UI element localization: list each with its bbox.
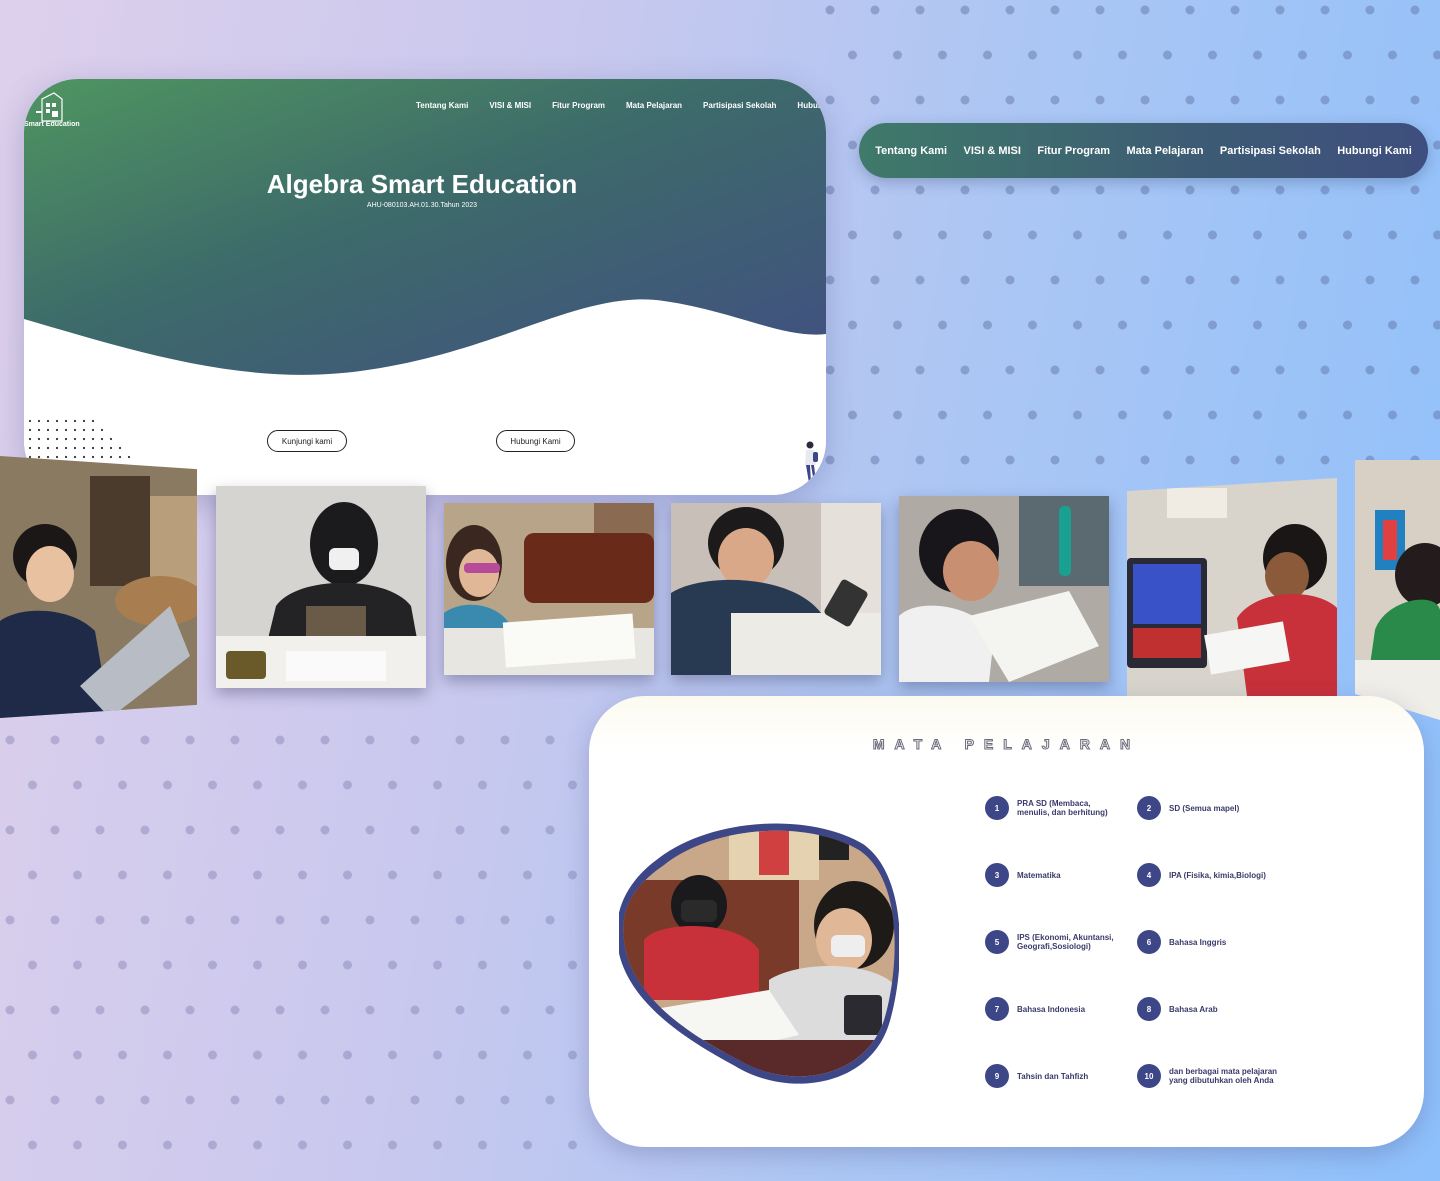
- subject-label: SD (Semua mapel): [1169, 803, 1240, 813]
- person-illustration-icon: [805, 441, 818, 483]
- subject-item-8: 8 Bahasa Arab: [1137, 997, 1279, 1021]
- hero-nav-visi-misi[interactable]: VISI & MISI: [489, 101, 531, 110]
- hero-nav-partisipasi-sekolah[interactable]: Partisipasi Sekolah: [703, 101, 776, 110]
- subject-number-badge: 7: [985, 997, 1009, 1021]
- nav-hubungi-kami[interactable]: Hubungi Kami: [1337, 145, 1412, 157]
- subject-number-badge: 6: [1137, 930, 1161, 954]
- student-photo-7: [1355, 460, 1440, 720]
- subject-label: IPS (Ekonomi, Akuntansi, Geografi,Sosiol…: [1017, 933, 1114, 951]
- subject-item-10: 10 dan berbagai mata pelajaran yang dibu…: [1137, 1064, 1279, 1088]
- floating-navigation-bar: Tentang Kami VISI & MISI Fitur Program M…: [859, 123, 1428, 178]
- visit-button[interactable]: Kunjungi kami: [267, 430, 347, 452]
- hero-nav-mata-pelajaran[interactable]: Mata Pelajaran: [626, 101, 682, 110]
- subjects-title: MATA PELAJARAN: [872, 736, 1141, 753]
- nav-visi-misi[interactable]: VISI & MISI: [964, 145, 1021, 157]
- subject-number-badge: 3: [985, 863, 1009, 887]
- subject-number-badge: 4: [1137, 863, 1161, 887]
- subject-item-3: 3 Matematika: [985, 863, 1117, 887]
- student-photo-1: [0, 456, 197, 718]
- subject-number-badge: 2: [1137, 796, 1161, 820]
- student-photo-3: [444, 503, 654, 675]
- subject-label: Bahasa Arab: [1169, 1004, 1218, 1014]
- subject-label: Bahasa Inggris: [1169, 937, 1227, 947]
- nav-mata-pelajaran[interactable]: Mata Pelajaran: [1126, 145, 1203, 157]
- subjects-card: MATA PELAJARAN 1 PRA SD (Membaca, menuli…: [589, 696, 1424, 1147]
- subject-label: Tahsin dan Tahfizh: [1017, 1071, 1089, 1081]
- hero-title: Algebra Smart Education: [266, 169, 578, 199]
- subject-item-7: 7 Bahasa Indonesia: [985, 997, 1117, 1021]
- subject-number-badge: 5: [985, 930, 1009, 954]
- student-photo-5: [899, 496, 1109, 682]
- subject-item-4: 4 IPA (Fisika, kimia,Biologi): [1137, 863, 1289, 887]
- subject-item-2: 2 SD (Semua mapel): [1137, 796, 1279, 820]
- hero-nav: Tentang Kami VISI & MISI Fitur Program M…: [416, 101, 826, 110]
- student-photo-4: [671, 503, 881, 675]
- subject-label: IPA (Fisika, kimia,Biologi): [1169, 870, 1266, 880]
- subject-item-1: 1 PRA SD (Membaca, menulis, dan berhitun…: [985, 796, 1117, 820]
- hero-nav-hubungi[interactable]: Hubungi: [797, 101, 826, 110]
- subject-number-badge: 9: [985, 1064, 1009, 1088]
- nav-fitur-program[interactable]: Fitur Program: [1037, 145, 1110, 157]
- student-photo-2: [216, 486, 426, 688]
- hero-subtitle: AHU-080103.AH.01.30.Tahun 2023: [366, 202, 478, 209]
- subject-label: dan berbagai mata pelajaran yang dibutuh…: [1169, 1067, 1278, 1085]
- subject-label: PRA SD (Membaca, menulis, dan berhitung): [1017, 799, 1108, 817]
- subject-label: Bahasa Indonesia: [1017, 1004, 1086, 1014]
- subject-label: Matematika: [1017, 870, 1061, 880]
- students-photo-blob: [619, 823, 899, 1084]
- student-photo-6: [1127, 478, 1337, 696]
- nav-partisipasi-sekolah[interactable]: Partisipasi Sekolah: [1220, 145, 1321, 157]
- logo-text: Smart Education: [24, 121, 80, 128]
- subject-number-badge: 8: [1137, 997, 1161, 1021]
- subject-item-6: 6 Bahasa Inggris: [1137, 930, 1279, 954]
- nav-tentang-kami[interactable]: Tentang Kami: [875, 145, 947, 157]
- hero-nav-tentang-kami[interactable]: Tentang Kami: [416, 101, 468, 110]
- hero-nav-fitur-program[interactable]: Fitur Program: [552, 101, 605, 110]
- subject-number-badge: 10: [1137, 1064, 1161, 1088]
- subject-number-badge: 1: [985, 796, 1009, 820]
- hero-screenshot-card: Smart Education Tentang Kami VISI & MISI…: [24, 79, 826, 495]
- subject-item-5: 5 IPS (Ekonomi, Akuntansi, Geografi,Sosi…: [985, 930, 1121, 954]
- contact-button[interactable]: Hubungi Kami: [496, 430, 575, 452]
- subject-item-9: 9 Tahsin dan Tahfizh: [985, 1064, 1117, 1088]
